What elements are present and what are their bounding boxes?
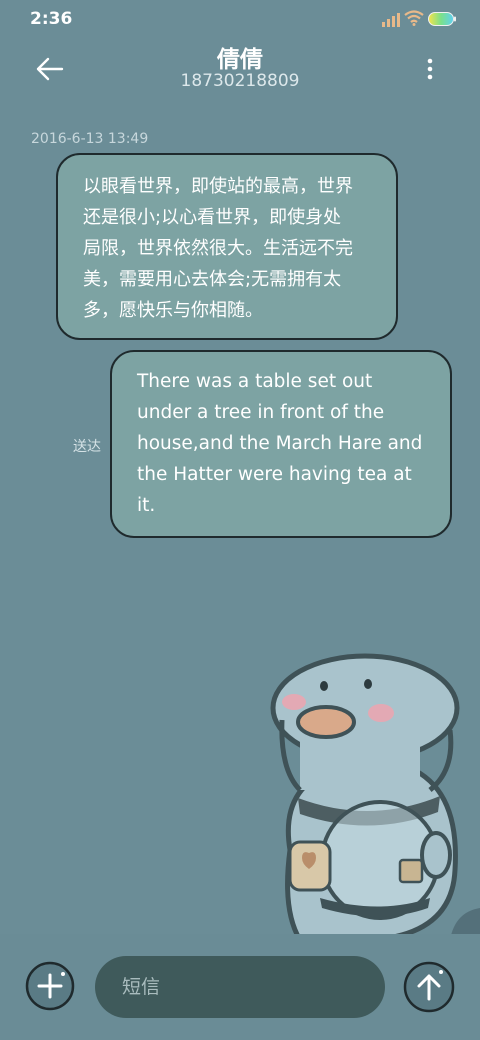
message-timestamp: 2016-6-13 13:49	[31, 131, 149, 147]
message-line: 以眼看世界，即使站的最高，世界	[83, 176, 353, 197]
outgoing-message-bubble[interactable]: There was a table set out under a tree i…	[110, 350, 452, 538]
incoming-message-bubble[interactable]: 以眼看世界，即使站的最高，世界 还是很小;以心看世界，即使身处 局限，世界依然很…	[56, 153, 398, 340]
message-line: it.	[137, 495, 156, 516]
message-line: the Hatter were having tea at	[137, 464, 412, 485]
messaging-screen: 2:36 倩倩 18730218809 2016-6-13 13:49 以眼看世…	[0, 0, 480, 1040]
message-line: 还是很小;以心看世界，即使身处	[83, 207, 342, 228]
message-line: under a tree in front of the	[137, 402, 385, 423]
message-line: 美，需要用心去体会;无需拥有太	[83, 269, 342, 290]
contact-name: 倩倩	[217, 47, 263, 73]
message-line: 多，愿快乐与你相随。	[83, 300, 263, 321]
more-options-icon[interactable]	[418, 55, 442, 83]
status-time: 2:36	[30, 9, 73, 29]
send-button[interactable]	[403, 961, 455, 1013]
battery-icon	[428, 12, 456, 26]
delivery-status: 送达	[73, 439, 101, 455]
message-line: 局限，世界依然很大。生活远不完	[83, 238, 353, 259]
contact-number: 18730218809	[180, 71, 300, 91]
duck-astronaut-illustration	[270, 653, 480, 940]
wifi-icon	[404, 10, 424, 26]
add-attachment-button[interactable]	[25, 961, 75, 1011]
message-input[interactable]	[95, 956, 385, 1018]
message-line: There was a table set out	[137, 371, 373, 392]
signal-icon	[382, 13, 400, 27]
message-line: house,and the March Hare and	[137, 433, 423, 454]
status-bar: 2:36	[0, 0, 480, 40]
